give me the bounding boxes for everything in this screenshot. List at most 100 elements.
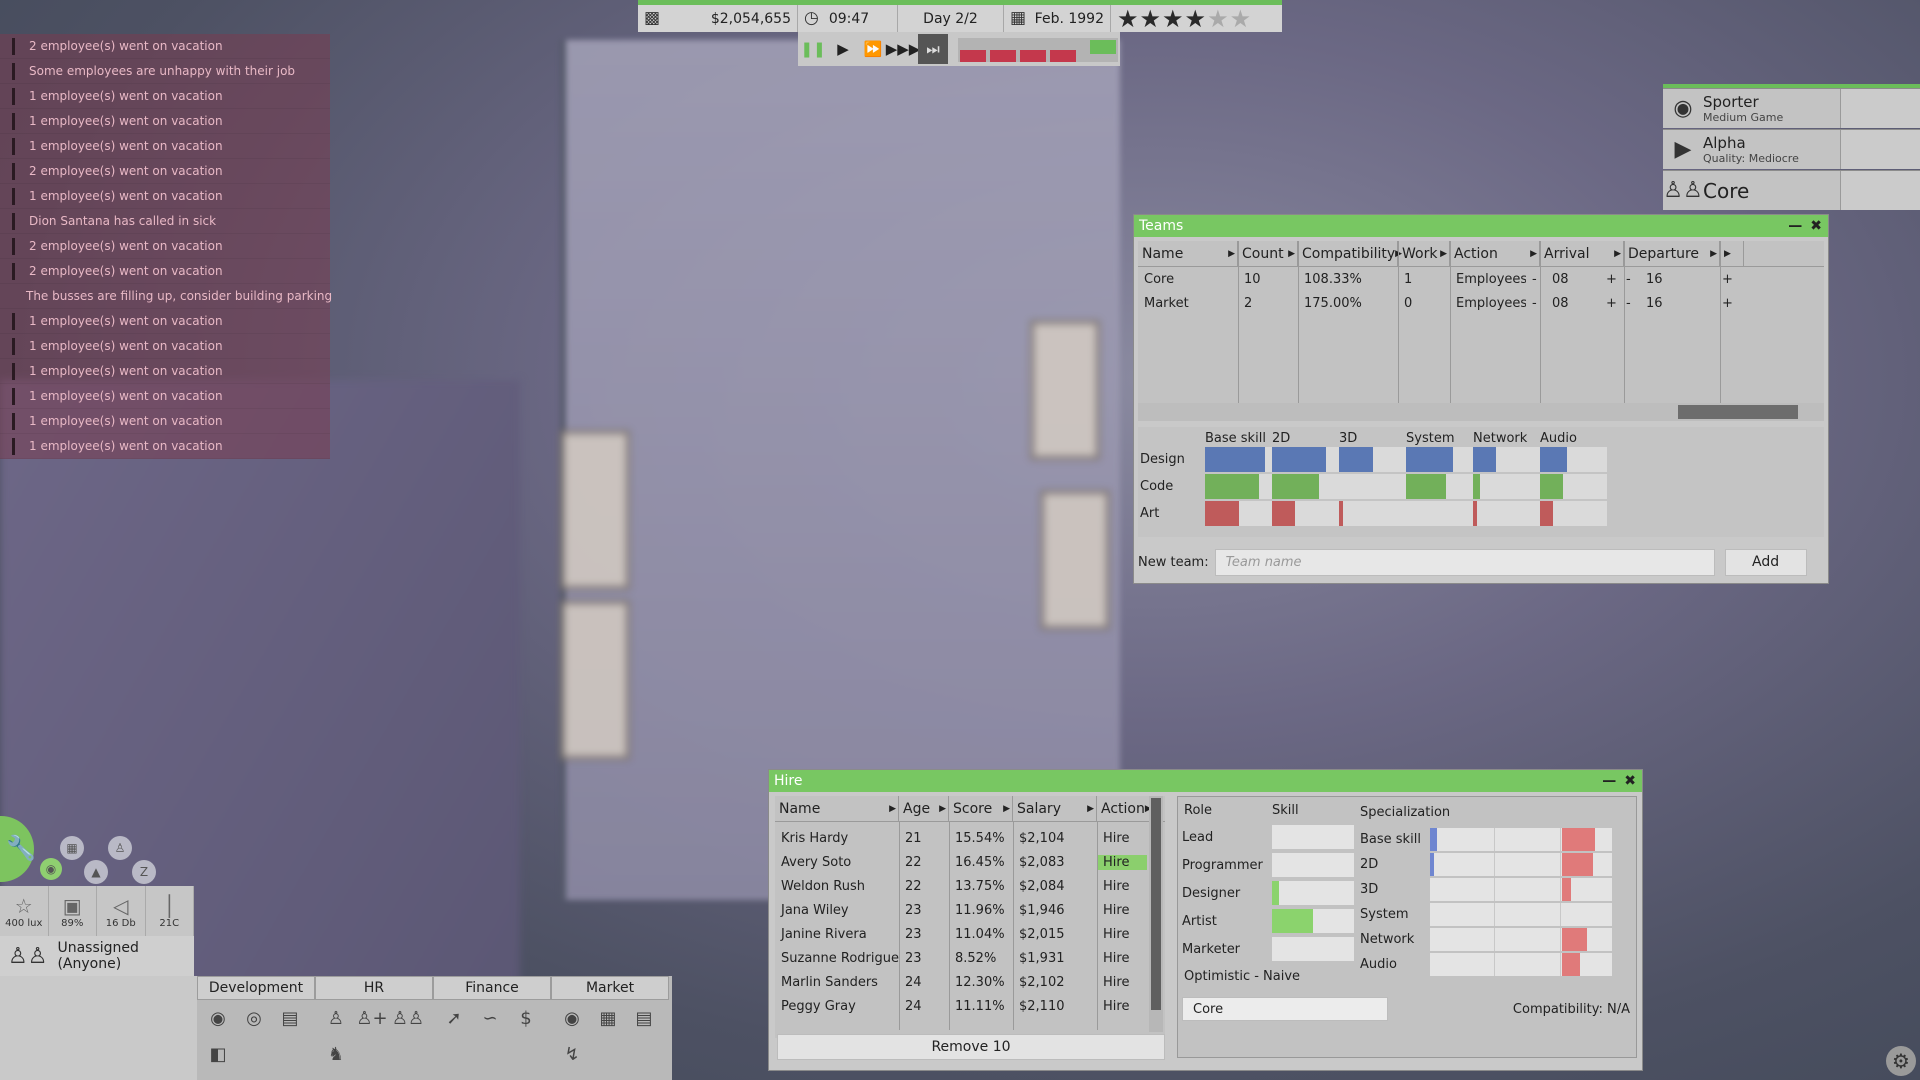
candidate-row[interactable]: Weldon Rush 22 13.75% $2,084 Hire xyxy=(775,874,1165,898)
notification-item[interactable]: 2 employee(s) went on vacation xyxy=(0,159,330,184)
chart-tool-button[interactable]: ▦ xyxy=(60,836,84,860)
hire-button[interactable]: Hire xyxy=(1097,831,1147,846)
menu-tab[interactable]: Development xyxy=(197,976,315,1000)
close-icon[interactable]: ✖ xyxy=(1810,218,1822,234)
project-item[interactable]: ♙♙ Core xyxy=(1663,170,1920,210)
floor-tool-button[interactable]: ◉ xyxy=(40,858,62,880)
skip-button[interactable]: ⏭ xyxy=(918,34,948,64)
candidate-row[interactable]: Jana Wiley 23 11.96% $1,946 Hire xyxy=(775,898,1165,922)
scrollbar-thumb[interactable] xyxy=(1151,798,1161,1010)
stat-item[interactable]: │ 21C xyxy=(146,886,194,936)
grid-icon[interactable]: ▦ xyxy=(594,1004,622,1032)
hire-button[interactable]: Hire xyxy=(1097,903,1147,918)
staff-tool-button[interactable]: ♙ xyxy=(108,836,132,860)
column-header[interactable]: Count xyxy=(1238,241,1298,266)
column-header[interactable]: Name xyxy=(1138,241,1238,266)
arrival-decrease-button[interactable]: - xyxy=(1526,296,1546,311)
stat-item[interactable]: ▣ 89% xyxy=(49,886,97,936)
notification-item[interactable]: 1 employee(s) went on vacation xyxy=(0,309,330,334)
arrival-increase-button[interactable]: + xyxy=(1600,296,1620,311)
hire-button[interactable]: Hire xyxy=(1097,951,1147,966)
arrival-increase-button[interactable]: + xyxy=(1600,272,1620,287)
column-header[interactable]: Departure xyxy=(1624,241,1720,266)
fast-forward-button[interactable]: ⏩ xyxy=(858,34,888,64)
candidate-row[interactable]: Janine Rivera 23 11.04% $2,015 Hire xyxy=(775,922,1165,946)
arrival-decrease-button[interactable]: - xyxy=(1526,272,1546,287)
column-header[interactable]: Compatibility xyxy=(1298,241,1398,266)
column-header[interactable]: Action xyxy=(1097,796,1153,821)
people-icon[interactable]: ♙♙ xyxy=(392,1004,424,1032)
notification-item[interactable]: 1 employee(s) went on vacation xyxy=(0,184,330,209)
departure-decrease-button[interactable]: - xyxy=(1620,272,1640,287)
notification-item[interactable]: Some employees are unhappy with their jo… xyxy=(0,59,330,84)
hire-title-bar[interactable]: Hire — ✖ xyxy=(769,770,1642,792)
menu-tab[interactable]: Market xyxy=(551,976,669,1000)
candidate-row[interactable]: Avery Soto 22 16.45% $2,083 Hire xyxy=(775,850,1165,874)
hire-button[interactable]: Hire xyxy=(1097,879,1147,894)
download-icon[interactable]: ↯ xyxy=(558,1040,586,1068)
column-header-more[interactable] xyxy=(1720,241,1744,266)
departure-decrease-button[interactable]: - xyxy=(1620,296,1640,311)
column-header[interactable]: Action xyxy=(1450,241,1540,266)
candidate-row[interactable]: Kris Hardy 21 15.54% $2,104 Hire xyxy=(775,826,1165,850)
scrollbar-thumb[interactable] xyxy=(1678,405,1798,419)
column-header[interactable]: Work xyxy=(1398,241,1450,266)
notification-item[interactable]: 1 employee(s) went on vacation xyxy=(0,84,330,109)
team-row[interactable]: Market 2 175.00% 0 Employees -08 + -16 + xyxy=(1138,291,1824,315)
notification-item[interactable]: 1 employee(s) went on vacation xyxy=(0,359,330,384)
line-chart-icon[interactable]: ∽ xyxy=(476,1004,504,1032)
team-select[interactable]: Core xyxy=(1182,997,1388,1021)
column-header[interactable]: Salary xyxy=(1013,796,1097,821)
settings-gear-icon[interactable]: ⚙ xyxy=(1886,1046,1916,1076)
menu-tab[interactable]: Finance xyxy=(433,976,551,1000)
departure-increase-button[interactable]: + xyxy=(1716,296,1736,311)
play-button[interactable]: ▶ xyxy=(828,34,858,64)
add-person-icon[interactable]: ♙+ xyxy=(356,1004,387,1032)
column-header[interactable]: Score xyxy=(949,796,1013,821)
minimize-icon[interactable]: — xyxy=(1788,218,1802,234)
document-icon[interactable]: ▤ xyxy=(276,1004,304,1032)
candidate-row[interactable]: Suzanne Rodrigue 23 8.52% $1,931 Hire xyxy=(775,946,1165,970)
menu-tab[interactable]: HR xyxy=(315,976,433,1000)
remove-button[interactable]: Remove 10 xyxy=(777,1034,1165,1060)
candidate-row[interactable]: Peggy Gray 24 11.11% $2,110 Hire xyxy=(775,994,1165,1018)
notification-item[interactable]: 1 employee(s) went on vacation xyxy=(0,384,330,409)
team-action[interactable]: Employees xyxy=(1450,272,1526,287)
project-item[interactable]: ▶ Alpha Quality: Mediocre xyxy=(1663,129,1920,169)
trend-arrow-icon[interactable]: ➚ xyxy=(440,1004,468,1032)
person-icon[interactable]: ♙ xyxy=(322,1004,350,1032)
globe-icon[interactable]: ◉ xyxy=(558,1004,586,1032)
column-header[interactable]: Name xyxy=(775,796,899,821)
notification-item[interactable]: 1 employee(s) went on vacation xyxy=(0,434,330,459)
notification-item[interactable]: 1 employee(s) went on vacation xyxy=(0,334,330,359)
horizontal-scrollbar[interactable] xyxy=(1138,403,1824,421)
unassigned-team-selector[interactable]: ♙♙ Unassigned (Anyone) xyxy=(0,936,194,976)
vertical-scrollbar[interactable] xyxy=(1149,796,1163,1032)
notification-item[interactable]: 1 employee(s) went on vacation xyxy=(0,109,330,134)
notification-item[interactable]: 1 employee(s) went on vacation xyxy=(0,134,330,159)
faster-forward-button[interactable]: ▶▶▶ xyxy=(886,34,921,64)
candidate-row[interactable]: Marlin Sanders 24 12.30% $2,102 Hire xyxy=(775,970,1165,994)
hire-button[interactable]: Hire xyxy=(1097,927,1147,942)
teams-title-bar[interactable]: Teams — ✖ xyxy=(1134,215,1828,237)
pause-button[interactable]: ❚❚ xyxy=(798,34,828,64)
team-row[interactable]: Core 10 108.33% 1 Employees -08 + -16 + xyxy=(1138,267,1824,291)
furniture-tool-button[interactable]: ▲ xyxy=(84,860,108,884)
notification-item[interactable]: The busses are filling up, consider buil… xyxy=(0,284,332,309)
stat-item[interactable]: ☆ 400 lux xyxy=(0,886,49,936)
person-alt-icon[interactable]: ♞ xyxy=(322,1040,350,1068)
globe-alt-icon[interactable]: ◎ xyxy=(240,1004,268,1032)
column-header[interactable]: Age xyxy=(899,796,949,821)
hire-button[interactable]: Hire xyxy=(1097,999,1147,1014)
stat-item[interactable]: ◁ 16 Db xyxy=(97,886,146,936)
notification-item[interactable]: 2 employee(s) went on vacation xyxy=(0,34,330,59)
notification-item[interactable]: 2 employee(s) went on vacation xyxy=(0,234,330,259)
add-team-button[interactable]: Add xyxy=(1724,548,1807,576)
column-header[interactable]: Arrival xyxy=(1540,241,1624,266)
dollar-icon[interactable]: $ xyxy=(512,1004,540,1032)
notification-item[interactable]: Dion Santana has called in sick xyxy=(0,209,330,234)
notification-item[interactable]: 2 employee(s) went on vacation xyxy=(0,259,330,284)
server-icon[interactable]: ◧ xyxy=(204,1040,232,1068)
departure-increase-button[interactable]: + xyxy=(1716,272,1736,287)
minimize-icon[interactable]: — xyxy=(1602,773,1616,789)
